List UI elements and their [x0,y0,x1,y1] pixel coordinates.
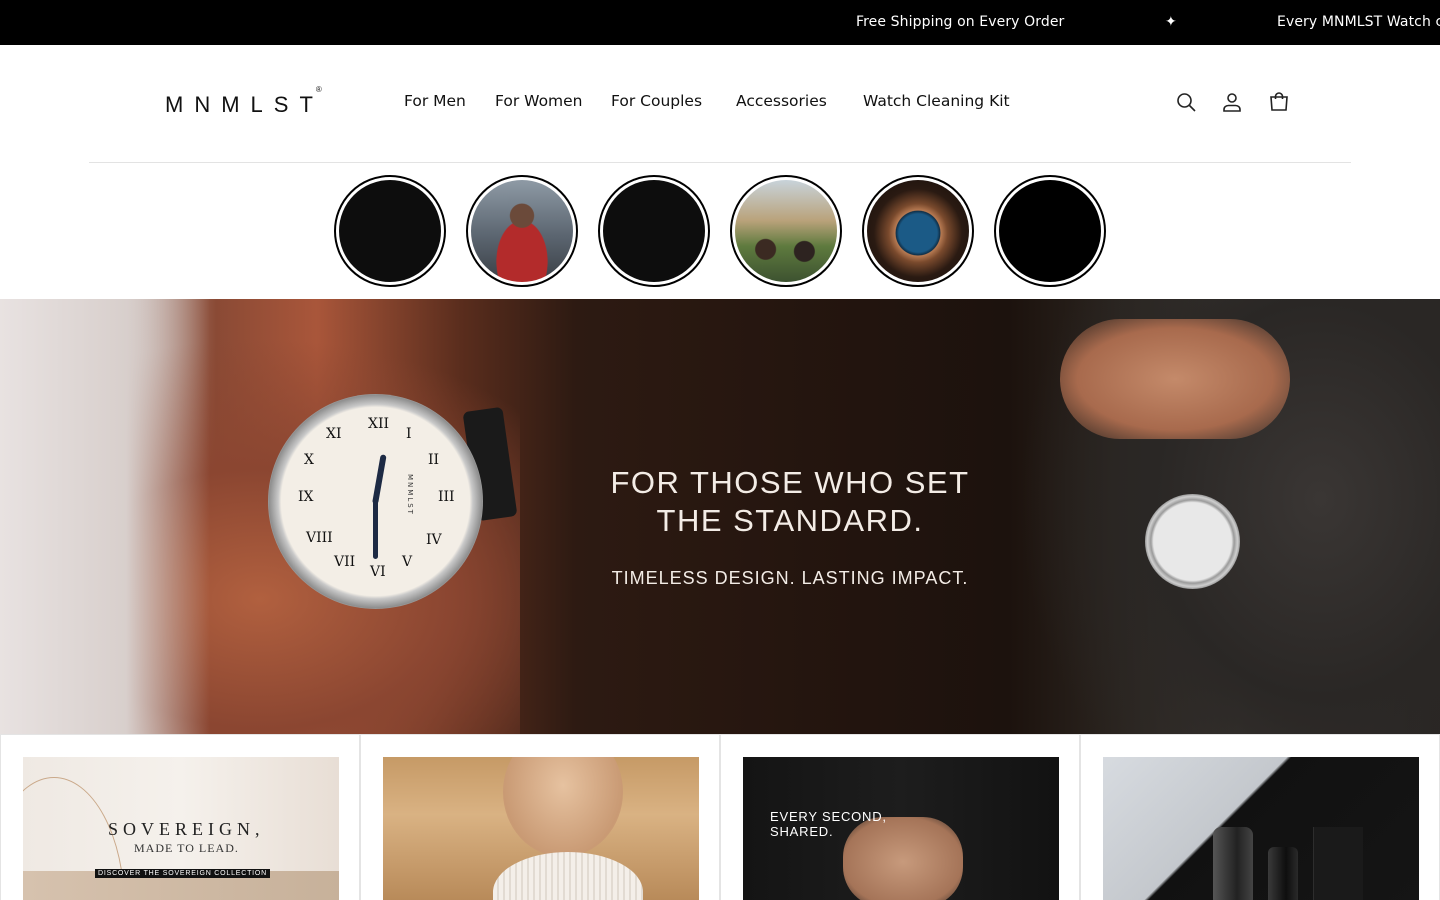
collection-card-women[interactable] [360,734,720,900]
story-circle[interactable] [730,175,842,287]
nav-link-accessories[interactable]: Accessories [736,92,827,110]
story-thumbnail [999,180,1101,282]
collection-image [1103,757,1419,900]
site-header: MNMLST® For Men For Women For Couples Ac… [0,45,1440,163]
collection-title: EVERY SECOND, SHARED. [770,809,887,839]
collection-image [383,757,699,900]
minute-hand [373,499,378,559]
story-thumbnail [603,180,705,282]
account-icon[interactable] [1220,90,1244,114]
collection-card-sovereign[interactable]: SOVEREIGN, MADE TO LEAD. DISCOVER THE SO… [0,734,360,900]
story-circle[interactable] [862,175,974,287]
collection-grid: SOVEREIGN, MADE TO LEAD. DISCOVER THE SO… [0,734,1440,900]
announcement-message: Free Shipping on Every Order [856,14,1065,30]
announcement-bar: Free Shipping on Every Order ✦ Every MNM… [0,0,1440,45]
story-thumbnail [867,180,969,282]
cart-icon[interactable] [1267,90,1291,114]
collection-tagline: MADE TO LEAD. [134,841,239,855]
hero-title: FOR THOSE WHO SET THE STANDARD. [610,465,970,538]
search-icon[interactable] [1174,90,1198,114]
nav-link-for-couples[interactable]: For Couples [611,92,702,110]
nav-link-for-men[interactable]: For Men [404,92,466,110]
kit-bottle-image [1213,827,1253,900]
collection-title: SOVEREIGN, [108,819,265,839]
story-circle[interactable] [466,175,578,287]
collection-image: SOVEREIGN, MADE TO LEAD. DISCOVER THE SO… [23,757,339,900]
collection-cta[interactable]: DISCOVER THE SOVEREIGN COLLECTION [95,869,271,878]
story-circle[interactable] [994,175,1106,287]
watch-dial-brand: MNMLST [406,474,414,516]
hero-hand-image [1060,319,1290,439]
model-top-image [493,852,643,900]
collection-card-couples[interactable]: EVERY SECOND, SHARED. [720,734,1080,900]
hero-subtitle: TIMELESS DESIGN. LASTING IMPACT. [611,568,969,588]
hero-sleeve-image [0,299,210,734]
hero-copy: FOR THOSE WHO SET THE STANDARD. TIMELESS… [560,464,1020,589]
story-carousel [0,175,1440,287]
nav-link-for-women[interactable]: For Women [495,92,583,110]
model-face-image [503,757,623,857]
story-circle[interactable] [334,175,446,287]
kit-box-image [1313,827,1363,900]
story-thumbnail [339,180,441,282]
hero-watch-small-image [1145,494,1240,589]
story-circle[interactable] [598,175,710,287]
hero-watch-image: XII III VI IX I II XI X IV V VII VIII MN… [268,394,483,609]
collection-card-cleaning-kit[interactable] [1080,734,1440,900]
story-thumbnail [735,180,837,282]
header-divider [89,162,1351,163]
announcement-message: Every MNMLST Watch c [1277,14,1440,30]
hour-hand [372,454,387,505]
collection-image: EVERY SECOND, SHARED. [743,757,1059,900]
announcement-separator-icon: ✦ [1165,14,1177,30]
nav-link-watch-cleaning-kit[interactable]: Watch Cleaning Kit [863,92,1010,110]
hero-banner[interactable]: XII III VI IX I II XI X IV V VII VIII MN… [0,299,1440,734]
kit-bottle-image [1268,847,1298,900]
story-thumbnail [471,180,573,282]
